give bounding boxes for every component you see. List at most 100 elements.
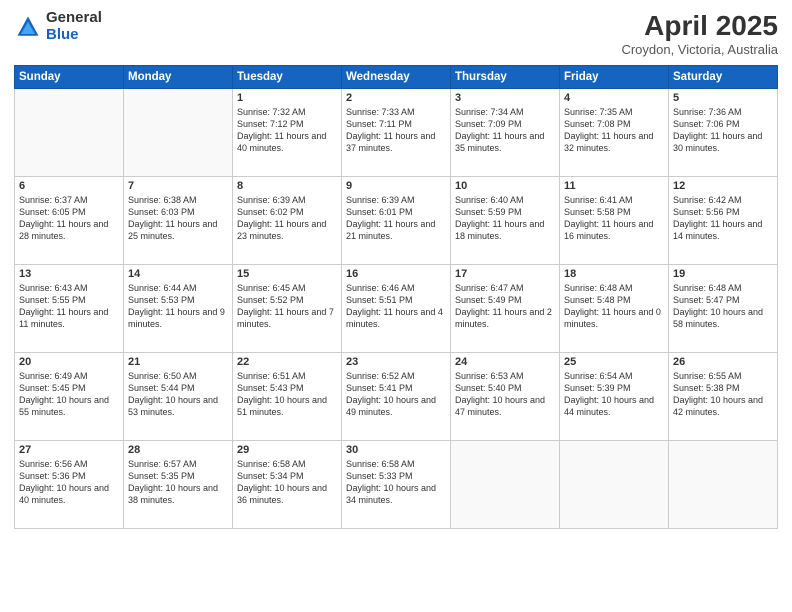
calendar-cell [560, 441, 669, 529]
calendar-cell: 29 Sunrise: 6:58 AM Sunset: 5:34 PM Dayli… [233, 441, 342, 529]
day-info: Sunrise: 6:43 AM Sunset: 5:55 PM Dayligh… [19, 282, 119, 331]
calendar-cell: 6 Sunrise: 6:37 AM Sunset: 6:05 PM Daylig… [15, 177, 124, 265]
calendar-cell: 4 Sunrise: 7:35 AM Sunset: 7:08 PM Daylig… [560, 89, 669, 177]
day-number: 23 [346, 356, 446, 368]
logo-text: General Blue [46, 10, 102, 43]
title-block: April 2025 Croydon, Victoria, Australia [621, 10, 778, 57]
calendar-cell: 17 Sunrise: 6:47 AM Sunset: 5:49 PM Dayli… [451, 265, 560, 353]
calendar-cell: 28 Sunrise: 6:57 AM Sunset: 5:35 PM Dayli… [124, 441, 233, 529]
calendar-cell: 19Sunrise: 6:48 AM Sunset: 5:47 PM Dayli… [669, 265, 778, 353]
day-number: 14 [128, 268, 228, 280]
calendar-cell: 2 Sunrise: 7:33 AM Sunset: 7:11 PM Daylig… [342, 89, 451, 177]
header-saturday: Saturday [669, 66, 778, 89]
calendar-cell: 25 Sunrise: 6:54 AM Sunset: 5:39 PM Dayli… [560, 353, 669, 441]
calendar-cell: 1 Sunrise: 7:32 AM Sunset: 7:12 PM Daylig… [233, 89, 342, 177]
day-number: 28 [128, 444, 228, 456]
logo-blue-text: Blue [46, 27, 102, 44]
calendar-cell: 26 Sunrise: 6:55 AM Sunset: 5:38 PM Dayli… [669, 353, 778, 441]
day-info: Sunrise: 7:33 AM Sunset: 7:11 PM Dayligh… [346, 106, 446, 155]
day-number: 22 [237, 356, 337, 368]
day-info: Sunrise: 6:38 AM Sunset: 6:03 PM Dayligh… [128, 194, 228, 243]
day-info: Sunrise: 6:55 AM Sunset: 5:38 PM Dayligh… [673, 370, 773, 419]
week-row-1: 6 Sunrise: 6:37 AM Sunset: 6:05 PM Daylig… [15, 177, 778, 265]
header-monday: Monday [124, 66, 233, 89]
day-number: 13 [19, 268, 119, 280]
day-info: Sunrise: 6:41 AM Sunset: 5:58 PM Dayligh… [564, 194, 664, 243]
day-number: 29 [237, 444, 337, 456]
logo: General Blue [14, 10, 102, 43]
day-info: Sunrise: 6:58 AM Sunset: 5:34 PM Dayligh… [237, 458, 337, 507]
day-info: Sunrise: 6:37 AM Sunset: 6:05 PM Dayligh… [19, 194, 119, 243]
day-number: 27 [19, 444, 119, 456]
calendar-cell: 8Sunrise: 6:39 AM Sunset: 6:02 PM Daylig… [233, 177, 342, 265]
day-number: 5 [673, 92, 773, 104]
week-row-3: 20 Sunrise: 6:49 AM Sunset: 5:45 PM Dayli… [15, 353, 778, 441]
header-tuesday: Tuesday [233, 66, 342, 89]
calendar-cell [451, 441, 560, 529]
day-number: 4 [564, 92, 664, 104]
header-friday: Friday [560, 66, 669, 89]
day-number: 21 [128, 356, 228, 368]
day-number: 2 [346, 92, 446, 104]
day-info: Sunrise: 6:51 AM Sunset: 5:43 PM Dayligh… [237, 370, 337, 419]
day-number: 6 [19, 180, 119, 192]
calendar-cell: 7 Sunrise: 6:38 AM Sunset: 6:03 PM Daylig… [124, 177, 233, 265]
day-info: Sunrise: 6:54 AM Sunset: 5:39 PM Dayligh… [564, 370, 664, 419]
day-number: 17 [455, 268, 555, 280]
header: General Blue April 2025 Croydon, Victori… [14, 10, 778, 57]
calendar-cell: 21 Sunrise: 6:50 AM Sunset: 5:44 PM Dayli… [124, 353, 233, 441]
calendar-cell: 14 Sunrise: 6:44 AM Sunset: 5:53 PM Dayli… [124, 265, 233, 353]
day-number: 10 [455, 180, 555, 192]
day-number: 7 [128, 180, 228, 192]
day-number: 16 [346, 268, 446, 280]
calendar-table: Sunday Monday Tuesday Wednesday Thursday… [14, 65, 778, 529]
calendar-cell: 22 Sunrise: 6:51 AM Sunset: 5:43 PM Dayli… [233, 353, 342, 441]
day-info: Sunrise: 6:53 AM Sunset: 5:40 PM Dayligh… [455, 370, 555, 419]
day-number: 8 [237, 180, 337, 192]
week-row-0: 1 Sunrise: 7:32 AM Sunset: 7:12 PM Daylig… [15, 89, 778, 177]
day-info: Sunrise: 7:34 AM Sunset: 7:09 PM Dayligh… [455, 106, 555, 155]
day-info: Sunrise: 6:45 AM Sunset: 5:52 PM Dayligh… [237, 282, 337, 331]
day-info: Sunrise: 6:56 AM Sunset: 5:36 PM Dayligh… [19, 458, 119, 507]
calendar-cell: 13 Sunrise: 6:43 AM Sunset: 5:55 PM Dayli… [15, 265, 124, 353]
calendar-cell: 15Sunrise: 6:45 AM Sunset: 5:52 PM Dayli… [233, 265, 342, 353]
day-info: Sunrise: 6:50 AM Sunset: 5:44 PM Dayligh… [128, 370, 228, 419]
day-info: Sunrise: 6:47 AM Sunset: 5:49 PM Dayligh… [455, 282, 555, 331]
day-info: Sunrise: 6:40 AM Sunset: 5:59 PM Dayligh… [455, 194, 555, 243]
calendar-cell: 18 Sunrise: 6:48 AM Sunset: 5:48 PM Dayli… [560, 265, 669, 353]
title-location: Croydon, Victoria, Australia [621, 42, 778, 57]
calendar-cell: 11 Sunrise: 6:41 AM Sunset: 5:58 PM Dayli… [560, 177, 669, 265]
calendar-cell: 30Sunrise: 6:58 AM Sunset: 5:33 PM Dayli… [342, 441, 451, 529]
day-info: Sunrise: 6:57 AM Sunset: 5:35 PM Dayligh… [128, 458, 228, 507]
day-number: 9 [346, 180, 446, 192]
day-info: Sunrise: 6:52 AM Sunset: 5:41 PM Dayligh… [346, 370, 446, 419]
day-info: Sunrise: 7:35 AM Sunset: 7:08 PM Dayligh… [564, 106, 664, 155]
day-number: 25 [564, 356, 664, 368]
calendar-cell: 20 Sunrise: 6:49 AM Sunset: 5:45 PM Dayli… [15, 353, 124, 441]
day-number: 19 [673, 268, 773, 280]
day-number: 20 [19, 356, 119, 368]
page: General Blue April 2025 Croydon, Victori… [0, 0, 792, 612]
day-info: Sunrise: 6:39 AM Sunset: 6:01 PM Dayligh… [346, 194, 446, 243]
calendar-cell: 10 Sunrise: 6:40 AM Sunset: 5:59 PM Dayli… [451, 177, 560, 265]
day-info: Sunrise: 6:49 AM Sunset: 5:45 PM Dayligh… [19, 370, 119, 419]
day-info: Sunrise: 7:32 AM Sunset: 7:12 PM Dayligh… [237, 106, 337, 155]
day-info: Sunrise: 6:48 AM Sunset: 5:48 PM Dayligh… [564, 282, 664, 331]
day-number: 1 [237, 92, 337, 104]
calendar-cell [15, 89, 124, 177]
day-number: 11 [564, 180, 664, 192]
calendar-cell: 27 Sunrise: 6:56 AM Sunset: 5:36 PM Dayli… [15, 441, 124, 529]
calendar-cell: 23 Sunrise: 6:52 AM Sunset: 5:41 PM Dayli… [342, 353, 451, 441]
day-info: Sunrise: 6:46 AM Sunset: 5:51 PM Dayligh… [346, 282, 446, 331]
day-info: Sunrise: 6:44 AM Sunset: 5:53 PM Dayligh… [128, 282, 228, 331]
title-month: April 2025 [621, 10, 778, 42]
day-number: 18 [564, 268, 664, 280]
calendar-cell [669, 441, 778, 529]
header-wednesday: Wednesday [342, 66, 451, 89]
calendar-cell [124, 89, 233, 177]
day-number: 3 [455, 92, 555, 104]
day-info: Sunrise: 7:36 AM Sunset: 7:06 PM Dayligh… [673, 106, 773, 155]
day-number: 26 [673, 356, 773, 368]
calendar-cell: 16 Sunrise: 6:46 AM Sunset: 5:51 PM Dayli… [342, 265, 451, 353]
calendar-cell: 12Sunrise: 6:42 AM Sunset: 5:56 PM Dayli… [669, 177, 778, 265]
